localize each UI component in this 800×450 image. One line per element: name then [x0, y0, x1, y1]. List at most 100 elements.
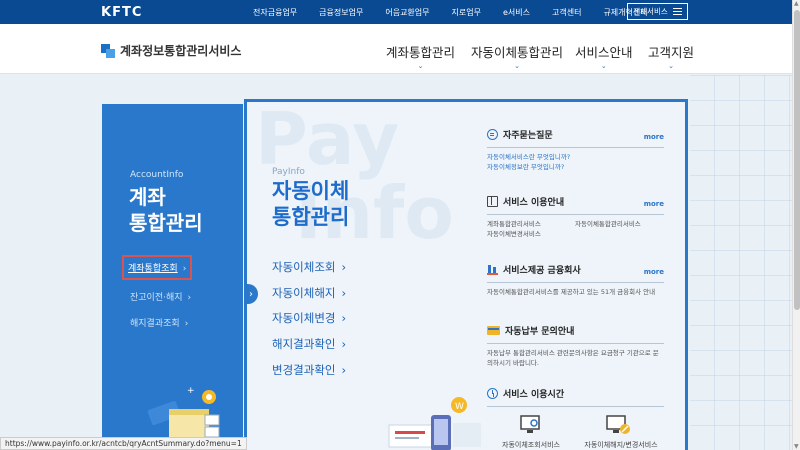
chevron-right-icon: ›	[341, 337, 347, 351]
chevron-down-icon: ⌄	[514, 62, 520, 70]
lnb-item-balance-transfer[interactable]: 잔고이전·해지 ›	[130, 290, 191, 303]
clock-icon	[487, 388, 498, 399]
service-guide-more-link[interactable]: more	[644, 200, 664, 208]
section-title: 자동납부 문의안내	[505, 327, 575, 337]
scrollbar-thumb[interactable]	[794, 10, 800, 310]
all-services-button[interactable]: 전체서비스	[627, 3, 688, 20]
panel-subtitle: AccountInfo	[130, 170, 184, 180]
service-hours-section: 서비스 이용시간	[487, 387, 664, 407]
billing-inquiry-title: 자동납부 문의안내	[487, 324, 664, 337]
gnb-autopay-management[interactable]: 자동이체통합관리 ⌄	[471, 42, 563, 70]
top-menu: 전자금융업무 금융정보업무 어음교환업무 지로업무 e서비스 고객센터 규제개혁…	[253, 0, 670, 24]
link-label: 해지결과확인	[272, 337, 336, 351]
brand-logo-icon	[101, 43, 115, 58]
faq-item[interactable]: 자동이체정보란 무엇입니까?	[487, 162, 664, 172]
lnb-item-label: 해지결과조회	[130, 319, 180, 329]
link-autopay-change[interactable]: 자동이체변경 ›	[272, 310, 346, 326]
gnb-label: 자동이체통합관리	[471, 45, 564, 60]
section-title: 서비스 이용안내	[503, 198, 565, 208]
money-illustration: +	[147, 386, 220, 445]
monitor-cancel-icon	[606, 415, 630, 434]
faq-section: 자주묻는질문 more 자동이체서비스란 무엇입니까? 자동이체정보란 무엇입니…	[487, 128, 664, 172]
chevron-down-icon: ⌄	[668, 62, 674, 70]
providers-more-link[interactable]: more	[644, 268, 664, 276]
providers-section: 서비스제공 금융회사 more 자동이체통합관리서비스를 제공하고 있는 51개…	[487, 263, 664, 297]
service-guide-section: 서비스 이용안내 more 계좌통합관리서비스 자동이체통합관리서비스 자동이체…	[487, 195, 664, 239]
lnb-item-cancel-result[interactable]: 해지결과조회 ›	[130, 316, 188, 329]
payinfo-subtitle: PayInfo	[272, 167, 305, 177]
divider	[487, 406, 664, 407]
faq-item[interactable]: 자동이체서비스란 무엇입니까?	[487, 152, 664, 162]
faq-list: 자동이체서비스란 무엇입니까? 자동이체정보란 무엇입니까?	[487, 152, 664, 172]
link-label: 변경결과확인	[272, 363, 336, 377]
providers-text: 자동이체통합관리서비스를 제공하고 있는 51개 금융회사 안내	[487, 288, 656, 296]
service-guide-item[interactable]: 계좌통합관리서비스	[487, 219, 575, 229]
service-guide-item[interactable]: 자동이체변경서비스	[487, 229, 664, 239]
faq-more-link[interactable]: more	[644, 133, 664, 141]
top-menu-item[interactable]: e서비스	[503, 7, 530, 18]
chevron-right-icon: ›	[341, 363, 347, 377]
payinfo-title-line: 통합관리	[272, 205, 350, 229]
gnb-label: 계좌통합관리	[386, 45, 456, 60]
chevron-right-icon: ›	[341, 311, 347, 325]
top-menu-item[interactable]: 어음교환업무	[385, 7, 429, 18]
vertical-scrollbar[interactable]: ▲ ▼	[792, 0, 800, 450]
payment-illustration: W	[388, 397, 481, 450]
top-menu-item[interactable]: 고객센터	[552, 7, 581, 18]
building-icon	[487, 264, 498, 275]
link-change-result[interactable]: 변경결과확인 ›	[272, 362, 346, 378]
chevron-right-icon: ›	[182, 264, 187, 274]
service-hours-title: 서비스 이용시간	[487, 387, 664, 400]
background-pattern	[690, 75, 792, 450]
lnb-item-label: 계좌통합조회	[128, 264, 178, 274]
chevron-right-icon: ›	[341, 286, 347, 300]
scroll-down-icon[interactable]: ▼	[794, 443, 799, 450]
panel-title-line: 계좌	[129, 185, 166, 209]
chevron-right-icon: ›	[187, 293, 192, 303]
divider	[487, 147, 664, 148]
service-guide-list: 계좌통합관리서비스 자동이체통합관리서비스 자동이체변경서비스	[487, 219, 664, 239]
link-autopay-cancel[interactable]: 자동이체해지 ›	[272, 285, 346, 301]
link-autopay-inquiry[interactable]: 자동이체조회 ›	[272, 259, 346, 275]
billing-inquiry-text: 자동납부 통합관리서비스 관련문의사항은 요금청구 기관으로 문의하시기 바랍니…	[487, 349, 659, 367]
brand-title: 계좌정보통합관리서비스	[120, 44, 242, 58]
chat-bubble-icon	[487, 129, 498, 140]
top-menu-item[interactable]: 금융정보업무	[319, 7, 363, 18]
hamburger-icon	[672, 8, 682, 15]
gnb-label: 고객지원	[648, 45, 695, 60]
payinfo-title: 자동이체 통합관리	[272, 178, 349, 230]
top-navigation-bar: KFTC 전자금융업무 금융정보업무 어음교환업무 지로업무 e서비스 고객센터…	[0, 0, 792, 24]
monitor-search-icon	[520, 415, 540, 433]
link-label: 자동이체변경	[272, 311, 336, 325]
main-panel-payinfo: Pay Info › PayInfo 자동이체 통합관리 자동이체조회 › 자동이…	[244, 99, 688, 450]
divider	[487, 282, 664, 283]
chevron-down-icon: ⌄	[600, 62, 607, 70]
card-icon	[487, 326, 500, 335]
gnb-customer-support[interactable]: 고객지원 ⌄	[648, 42, 694, 70]
panel-toggle-arrow[interactable]: ›	[244, 284, 258, 304]
book-icon	[487, 196, 498, 207]
lnb-item-account-inquiry[interactable]: 계좌통합조회 ›	[122, 255, 193, 280]
faq-title: 자주묻는질문	[487, 128, 664, 141]
service-hours-label: 자동이체조회서비스	[502, 441, 560, 449]
section-title: 서비스제공 금융회사	[503, 266, 581, 276]
panel-title-line: 통합관리	[129, 211, 203, 235]
site-brand[interactable]: 계좌정보통합관리서비스	[101, 42, 241, 59]
chevron-right-icon: ›	[341, 260, 347, 274]
link-cancel-result[interactable]: 해지결과확인 ›	[272, 336, 346, 352]
link-label: 자동이체해지	[272, 286, 336, 300]
site-header: 계좌정보통합관리서비스 계좌통합관리 ⌄ 자동이체통합관리 ⌄ 서비스안내 ⌄ …	[0, 24, 792, 74]
svg-text:W: W	[455, 402, 464, 412]
kftc-logo[interactable]: KFTC	[101, 5, 142, 20]
gnb-service-guide[interactable]: 서비스안내 ⌄	[575, 42, 633, 70]
divider	[487, 343, 664, 344]
scroll-up-icon[interactable]: ▲	[794, 0, 799, 7]
section-title: 자주묻는질문	[503, 131, 553, 141]
providers-title: 서비스제공 금융회사	[487, 263, 664, 276]
service-guide-item[interactable]: 자동이체통합관리서비스	[575, 219, 663, 229]
top-menu-item[interactable]: 전자금융업무	[253, 7, 297, 18]
browser-status-url: https://www.payinfo.or.kr/acntcb/qryAcnt…	[0, 437, 247, 450]
gnb-account-management[interactable]: 계좌통합관리 ⌄	[386, 42, 455, 70]
service-guide-title: 서비스 이용안내	[487, 195, 664, 208]
top-menu-item[interactable]: 지로업무	[452, 7, 481, 18]
